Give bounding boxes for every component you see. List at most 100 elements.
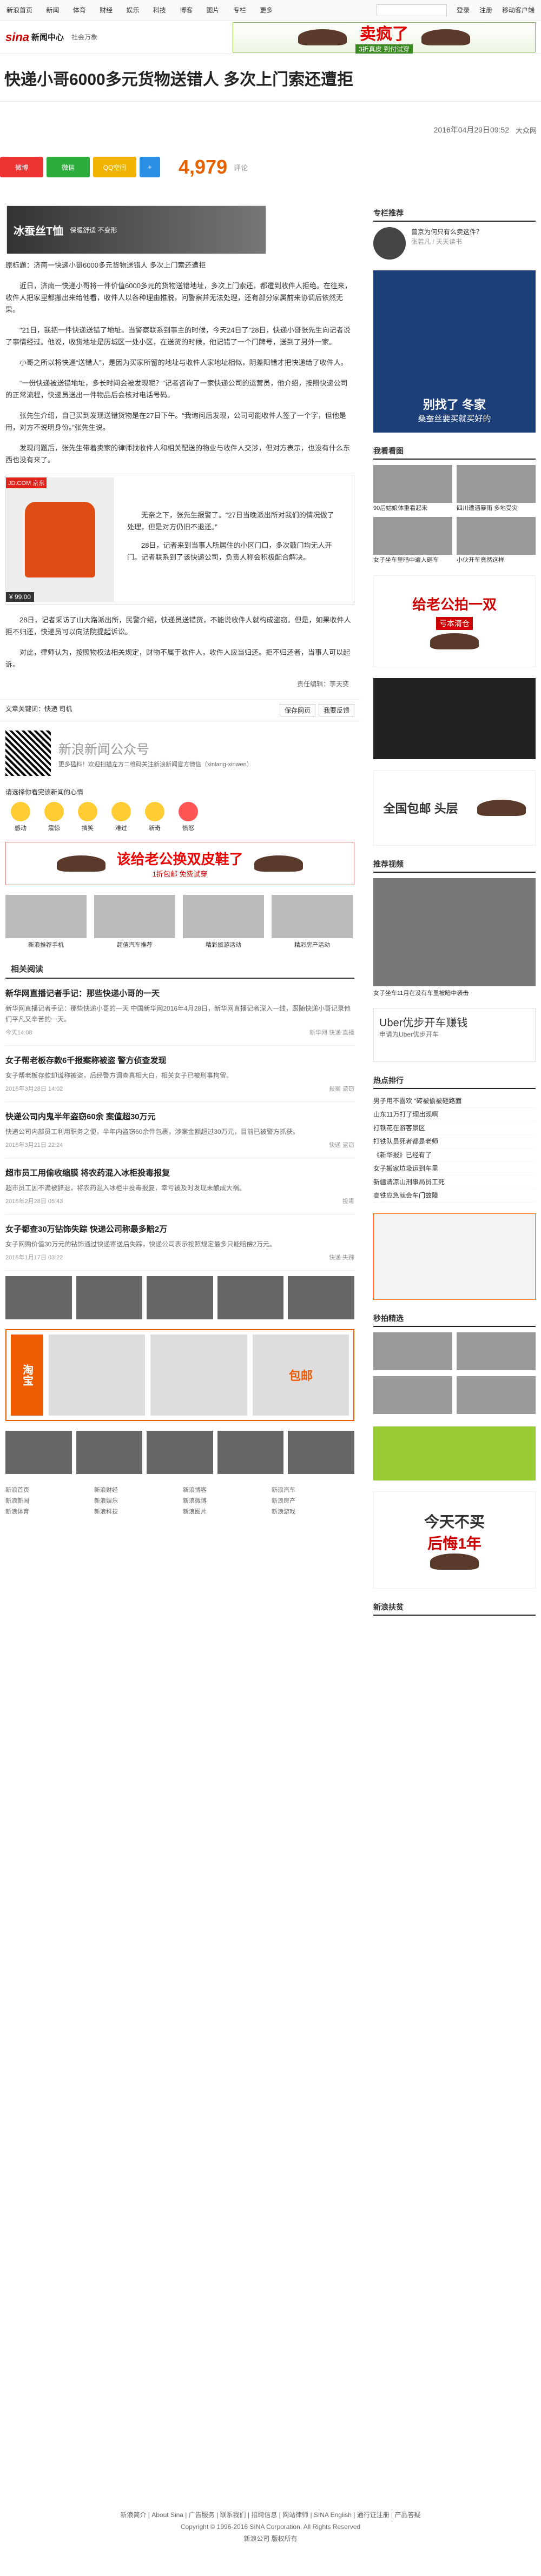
mood-touched[interactable]: 感动 bbox=[11, 802, 30, 832]
recommend-text[interactable]: 曾京为何只有么卖这件？ bbox=[411, 227, 483, 237]
spot-pic[interactable] bbox=[373, 1376, 452, 1416]
related-headline[interactable]: 超市员工用偷收缩膜 将农药混入冰柜投毒报复 bbox=[5, 1167, 354, 1178]
header-ad[interactable]: 卖疯了 3折真皮 到付试穿 bbox=[233, 22, 536, 54]
footer-link[interactable]: 新浪博客 bbox=[183, 1485, 266, 1496]
related-item[interactable]: 快递公司内鬼半年盗窃60余 案值超30万元 快递公司内部员工利用职务之便，半年内盗… bbox=[5, 1102, 354, 1158]
hot-item[interactable]: 《新华报》已经有了 bbox=[373, 1148, 536, 1162]
nav-news[interactable]: 新闻 bbox=[46, 6, 59, 14]
comment-count[interactable]: 4,979 bbox=[179, 156, 227, 178]
taobao-pic[interactable] bbox=[49, 1335, 146, 1416]
nav-ent[interactable]: 娱乐 bbox=[126, 6, 139, 14]
product-box[interactable]: ¥ 99.00 JD.COM 京东 无奈之下，张先生报警了。“27日当晚派出所对… bbox=[5, 475, 354, 605]
share-weibo-button[interactable]: 微博 bbox=[0, 157, 43, 177]
promo-thumb[interactable]: 精彩房产活动 bbox=[272, 895, 353, 949]
mood-shocked[interactable]: 震惊 bbox=[44, 802, 64, 832]
hot-item[interactable]: 山东11万打了理出现啊 bbox=[373, 1108, 536, 1121]
hot-item[interactable]: 高铁应急就会车门故障 bbox=[373, 1189, 536, 1203]
footer-link[interactable]: 新浪微博 bbox=[183, 1496, 266, 1506]
related-item[interactable]: 女子帮老板存款6千报案称被盗 警方侦查发现 女子帮老板存款却谎称被盗，后经警方调查… bbox=[5, 1046, 354, 1102]
gallery-photo[interactable] bbox=[5, 1431, 72, 1474]
mobile-client-link[interactable]: 移动客户端 bbox=[502, 5, 535, 15]
sidebar-phone-ad[interactable] bbox=[373, 678, 536, 759]
side-pic[interactable]: 女子坐车里暗中遭人砸车 bbox=[373, 517, 452, 565]
side-pic[interactable]: 90后姑娘体重看起来 bbox=[373, 465, 452, 513]
sidebar-green-ad[interactable] bbox=[373, 1426, 536, 1480]
sidebar-ad-4[interactable]: 今天不买 后悔1年 bbox=[373, 1491, 536, 1589]
gallery-photo[interactable] bbox=[288, 1276, 354, 1319]
spot-pic[interactable] bbox=[373, 1332, 452, 1372]
gallery-photo[interactable] bbox=[147, 1431, 213, 1474]
footer-link[interactable]: 新浪娱乐 bbox=[94, 1496, 177, 1506]
nav-blog[interactable]: 博客 bbox=[180, 6, 193, 14]
footer-link[interactable]: 新浪房产 bbox=[272, 1496, 354, 1506]
gallery-photo[interactable] bbox=[217, 1276, 284, 1319]
promo-thumb[interactable]: 精彩旅游活动 bbox=[183, 895, 264, 949]
nav-tech[interactable]: 科技 bbox=[153, 6, 166, 14]
nav-column[interactable]: 专栏 bbox=[233, 6, 246, 14]
gallery-photo[interactable] bbox=[217, 1431, 284, 1474]
gallery-photo[interactable] bbox=[5, 1276, 72, 1319]
footer-nav[interactable]: 新浪简介 | About Sina | 广告服务 | 联系我们 | 招聘信息 |… bbox=[0, 2509, 541, 2521]
login-link[interactable]: 登录 bbox=[457, 5, 470, 15]
sidebar-ad-1[interactable]: 别找了 冬家 桑蚕丝要买就买好的 bbox=[373, 270, 536, 433]
mood-funny[interactable]: 搞笑 bbox=[78, 802, 97, 832]
side-pic[interactable]: 小伙开车竟然这样 bbox=[457, 517, 536, 565]
sidebar-taobao[interactable] bbox=[373, 1213, 536, 1300]
hot-item[interactable]: 女子搬家垃圾运到车里 bbox=[373, 1162, 536, 1176]
share-wechat-button[interactable]: 微信 bbox=[47, 157, 90, 177]
share-more-button[interactable]: + bbox=[140, 157, 160, 177]
channel-label[interactable]: 社会万象 bbox=[71, 32, 97, 42]
footer-link[interactable]: 新浪汽车 bbox=[272, 1485, 354, 1496]
side-pic[interactable]: 四川遭遇暴雨 多地受灾 bbox=[457, 465, 536, 513]
hot-item[interactable]: 新疆清凉山刑事局员工死 bbox=[373, 1176, 536, 1189]
spot-pic[interactable] bbox=[457, 1332, 536, 1372]
hot-item[interactable]: 男子用不喜欢 “砖被偷被砸路面 bbox=[373, 1094, 536, 1108]
related-headline[interactable]: 女子都查30万钻饰失踪 快递公司称最多赔2万 bbox=[5, 1223, 354, 1234]
mood-angry[interactable]: 愤怒 bbox=[179, 802, 198, 832]
article-keywords[interactable]: 文章关键词：快递 司机 bbox=[5, 704, 72, 716]
register-link[interactable]: 注册 bbox=[479, 5, 492, 15]
feedback-button[interactable]: 我要反馈 bbox=[318, 704, 354, 716]
search-input[interactable] bbox=[376, 4, 447, 16]
uber-ad[interactable]: Uber优步开车赚钱 申请为Uber优步开车 bbox=[373, 1008, 536, 1062]
nav-home[interactable]: 新浪首页 bbox=[6, 6, 32, 14]
product-image[interactable]: ¥ 99.00 JD.COM 京东 bbox=[6, 477, 114, 602]
author-avatar[interactable] bbox=[373, 227, 406, 260]
promo-thumb[interactable]: 超值汽车推荐 bbox=[94, 895, 175, 949]
sidebar-ad-2[interactable]: 给老公拍一双 亏本清仓 bbox=[373, 575, 536, 667]
video-caption[interactable]: 女子坐车11月在没有车里被暗中袭击 bbox=[373, 988, 536, 997]
taobao-pic[interactable]: 包邮 bbox=[252, 1335, 349, 1416]
related-item[interactable]: 女子都查30万钻饰失踪 快递公司称最多赔2万 女子网购价值30万元的钻饰通过快递寄… bbox=[5, 1214, 354, 1271]
taobao-ad[interactable]: 淘宝 包邮 bbox=[5, 1329, 354, 1421]
gallery-photo[interactable] bbox=[288, 1431, 354, 1474]
hot-item[interactable]: 打铁队员死者都是老师 bbox=[373, 1135, 536, 1148]
wide-shoe-ad[interactable]: 该给老公换双皮鞋了 1折包邮 免费试穿 bbox=[5, 842, 354, 885]
related-headline[interactable]: 快递公司内鬼半年盗窃60余 案值超30万元 bbox=[5, 1111, 354, 1122]
footer-link[interactable]: 新浪新闻 bbox=[5, 1496, 88, 1506]
promo-thumb[interactable]: 新浪推荐手机 bbox=[5, 895, 87, 949]
related-item[interactable]: 新华网直播记者手记：那些快递小哥的一天 新华网直播记者手记：那些快递小哥的一天 中… bbox=[5, 979, 354, 1046]
spot-pic[interactable] bbox=[457, 1376, 536, 1416]
sidebar-ad-3[interactable]: 全国包邮 头层 bbox=[373, 770, 536, 846]
footer-link[interactable]: 新浪首页 bbox=[5, 1485, 88, 1496]
sina-logo[interactable]: sina bbox=[5, 30, 29, 44]
related-headline[interactable]: 新华网直播记者手记：那些快递小哥的一天 bbox=[5, 987, 354, 999]
footer-link[interactable]: 新浪图片 bbox=[183, 1506, 266, 1517]
video-thumb[interactable] bbox=[373, 878, 536, 986]
share-qzone-button[interactable]: QQ空间 bbox=[93, 157, 136, 177]
related-item[interactable]: 超市员工用偷收缩膜 将农药混入冰柜投毒报复 超市员工因不满被辞退，将农药混入冰柜中… bbox=[5, 1158, 354, 1214]
footer-link[interactable]: 新浪科技 bbox=[94, 1506, 177, 1517]
nav-finance[interactable]: 财经 bbox=[100, 6, 113, 14]
gallery-photo[interactable] bbox=[76, 1431, 143, 1474]
nav-photo[interactable]: 图片 bbox=[207, 6, 220, 14]
article-source[interactable]: 大众网 bbox=[516, 125, 537, 135]
save-page-button[interactable]: 保存网页 bbox=[279, 704, 315, 716]
footer-link[interactable]: 新浪游戏 bbox=[272, 1506, 354, 1517]
taobao-pic[interactable] bbox=[150, 1335, 247, 1416]
footer-link[interactable]: 新浪财经 bbox=[94, 1485, 177, 1496]
nav-more[interactable]: 更多 bbox=[260, 6, 273, 14]
nav-sports[interactable]: 体育 bbox=[73, 6, 86, 14]
hot-item[interactable]: 打铁花在游客景区 bbox=[373, 1121, 536, 1135]
gallery-photo[interactable] bbox=[76, 1276, 143, 1319]
mood-sad[interactable]: 难过 bbox=[111, 802, 131, 832]
